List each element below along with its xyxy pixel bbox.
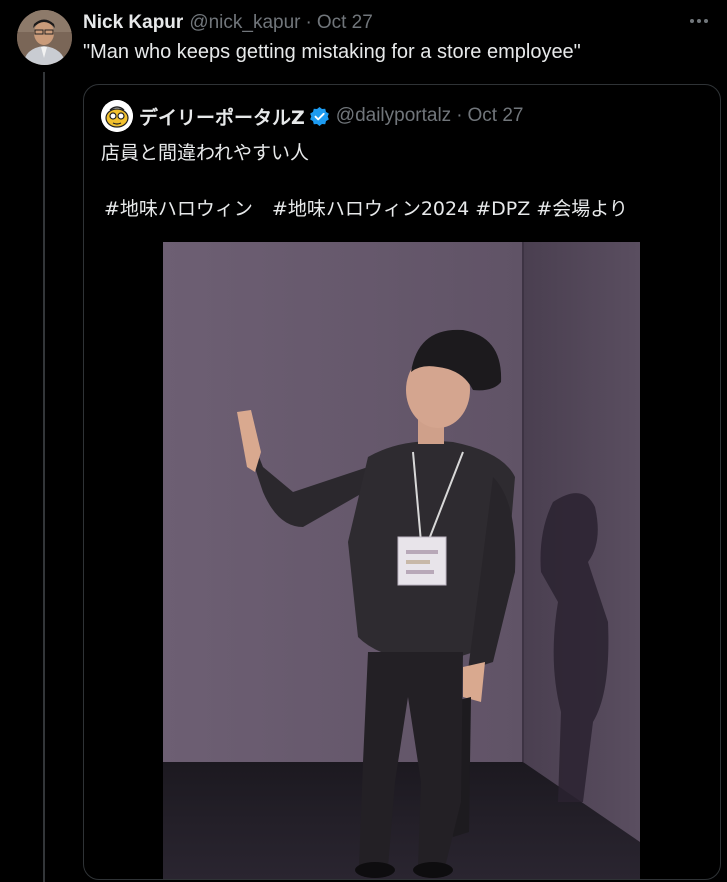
author-handle[interactable]: @nick_kapur bbox=[189, 12, 300, 34]
quoted-tweet-hashtags[interactable]: #地味ハロウィン #地味ハロウィン2024 #DPZ #会場より bbox=[104, 194, 628, 221]
quoted-author-handle[interactable]: @dailyportalz bbox=[336, 105, 451, 127]
verified-badge-icon bbox=[309, 106, 329, 126]
quoted-avatar[interactable] bbox=[101, 100, 133, 132]
quoted-tweet-text: 店員と間違われやすい人 bbox=[101, 142, 310, 164]
more-options-button[interactable] bbox=[687, 12, 711, 30]
tweet-header: Nick Kapur @nick_kapur · Oct 27 bbox=[83, 11, 373, 35]
tweet-photo[interactable] bbox=[163, 242, 640, 879]
separator-dot: · bbox=[456, 105, 463, 126]
quoted-tweet-card[interactable]: デイリーポータルZ @dailyportalz · Oct 27 店員と間違われ… bbox=[83, 84, 721, 880]
author-name[interactable]: Nick Kapur bbox=[83, 12, 183, 34]
quoted-author-name[interactable]: デイリーポータルZ bbox=[139, 103, 305, 130]
thread-line bbox=[43, 72, 45, 882]
quoted-tweet-date[interactable]: Oct 27 bbox=[468, 105, 524, 127]
tweet-date[interactable]: Oct 27 bbox=[317, 12, 373, 34]
quoted-tweet-header: デイリーポータルZ @dailyportalz · Oct 27 bbox=[101, 100, 524, 132]
avatar[interactable] bbox=[17, 10, 72, 65]
more-horizontal-icon bbox=[690, 19, 708, 23]
separator-dot: · bbox=[305, 12, 312, 33]
tweet-text: "Man who keeps getting mistaking for a s… bbox=[83, 41, 581, 63]
timeline: Nick Kapur @nick_kapur · Oct 27 "Man who… bbox=[0, 0, 727, 882]
